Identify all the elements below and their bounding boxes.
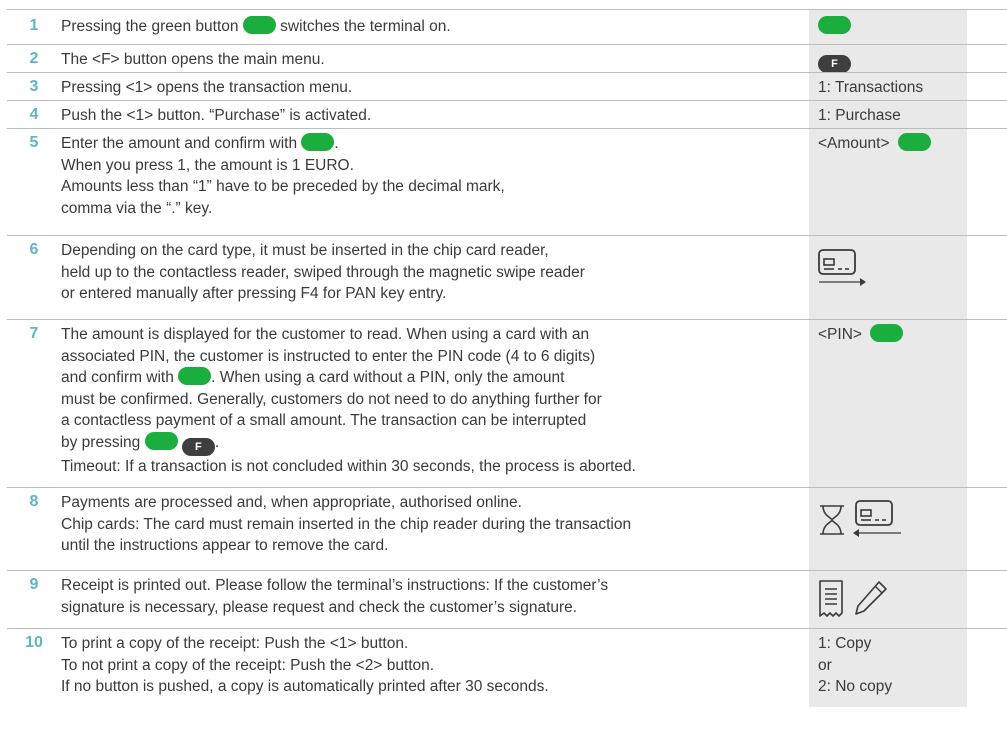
table-row: 2 The <F> button opens the main menu. F	[7, 44, 1007, 73]
step-text-line: associated PIN, the customer is instruct…	[61, 347, 596, 365]
step-text-line: and confirm with . When using a card wit…	[61, 367, 791, 389]
step-number: 2	[29, 50, 39, 67]
table-row: 10 To print a copy of the receipt: Push …	[7, 628, 1007, 707]
step-text-part: by pressing	[61, 433, 141, 451]
display-text: <Amount>	[818, 135, 890, 152]
hourglass-icon	[820, 505, 844, 535]
step-number: 5	[29, 134, 39, 151]
step-text-line: a contactless payment of a small amount.…	[61, 412, 587, 429]
step-text-line: comma via the “.” key.	[61, 199, 213, 217]
step-text-line: To not print a copy of the receipt: Push…	[61, 656, 435, 674]
step-number: 10	[25, 634, 43, 651]
table-row: 3 Pressing <1> opens the transaction men…	[7, 72, 1007, 100]
step-number: 9	[29, 576, 39, 593]
step-number: 1	[29, 17, 39, 34]
step-text: Enter the amount and confirm with . When…	[61, 129, 791, 235]
step-text-line: The amount is displayed for the customer…	[61, 326, 590, 343]
step-text-part: switches the terminal on.	[280, 18, 451, 35]
step-text-part: .	[334, 135, 339, 152]
table-row: 5 Enter the amount and confirm with . Wh…	[7, 128, 1007, 235]
display-column: 1: Copy or 2: No copy	[809, 629, 967, 707]
display-text: 1: Copy	[818, 635, 872, 652]
step-text: Receipt is printed out. Please follow th…	[61, 571, 791, 628]
step-text: Pressing the green button switches the t…	[61, 10, 791, 44]
step-text-line: When you press 1, the amount is 1 EURO.	[61, 156, 354, 174]
step-text-line: until the instructions appear to remove …	[61, 537, 389, 554]
step-text-line: by pressing F.	[61, 431, 791, 456]
display-column: 1: Purchase	[809, 101, 967, 128]
receipt-icon	[819, 580, 843, 617]
step-text: To print a copy of the receipt: Push the…	[61, 629, 791, 707]
card-remove-icon	[853, 500, 901, 537]
green-button-icon	[178, 367, 212, 385]
step-text: Payments are processed and, when appropr…	[61, 488, 791, 570]
display-text: <PIN>	[818, 326, 862, 343]
green-button-icon	[144, 431, 178, 450]
table-row: 7 The amount is displayed for the custom…	[7, 319, 1007, 487]
step-text: Depending on the card type, it must be i…	[61, 236, 791, 319]
display-column	[809, 10, 967, 44]
green-button-icon	[870, 324, 904, 342]
green-button-icon	[242, 16, 276, 34]
step-text-line: To print a copy of the receipt: Push the…	[61, 635, 409, 652]
step-text-line: Receipt is printed out. Please follow th…	[61, 577, 609, 594]
step-text-line: Payments are processed and, when appropr…	[61, 494, 522, 511]
table-row: 4 Push the <1> button. “Purchase” is act…	[7, 100, 1007, 128]
table-row: 1 Pressing the green button switches the…	[7, 9, 1007, 44]
display-column: F	[809, 45, 967, 73]
step-text-line: Timeout: If a transaction is not conclud…	[61, 457, 636, 475]
display-text: or	[818, 656, 832, 674]
step-text-part: .	[214, 433, 220, 451]
display-column	[809, 571, 967, 628]
instruction-table: 1 Pressing the green button switches the…	[7, 9, 1007, 707]
table-row: 8 Payments are processed and, when appro…	[7, 487, 1007, 570]
green-button-icon	[897, 133, 931, 151]
step-text-part: Pressing the green button	[61, 18, 239, 35]
step-text-part: Enter the amount and confirm with	[61, 135, 298, 152]
display-column: <PIN>	[809, 320, 967, 487]
display-column	[809, 488, 967, 570]
step-number: 6	[29, 241, 39, 258]
display-column: <Amount>	[809, 129, 967, 235]
table-row: 9 Receipt is printed out. Please follow …	[7, 570, 1007, 628]
table-row: 6 Depending on the card type, it must be…	[7, 235, 1007, 319]
step-text-line: signature is necessary, please request a…	[61, 598, 578, 616]
step-text-line: Enter the amount and confirm with .	[61, 133, 791, 155]
step-text: The amount is displayed for the customer…	[61, 320, 791, 487]
green-button-icon	[301, 133, 335, 151]
step-number: 3	[29, 78, 39, 95]
step-number: 7	[29, 325, 39, 342]
step-text-line: Depending on the card type, it must be i…	[61, 242, 549, 259]
step-text-line: If no button is pushed, a copy is automa…	[61, 678, 549, 695]
step-number: 8	[29, 493, 39, 510]
step-text-line: or entered manually after pressing F4 fo…	[61, 285, 447, 302]
step-text: Pressing <1> opens the transaction menu.	[61, 79, 353, 96]
display-column	[809, 236, 967, 319]
pencil-icon	[855, 581, 887, 615]
step-text-line: Amounts less than “1” have to be precede…	[61, 178, 505, 195]
step-text-part: and confirm with	[61, 369, 174, 386]
green-button-icon	[818, 16, 851, 34]
step-text: Push the <1> button. “Purchase” is activ…	[61, 107, 372, 124]
step-text-line: Chip cards: The card must remain inserte…	[61, 515, 632, 533]
display-text: 2: No copy	[818, 678, 893, 695]
step-text-line: held up to the contactless reader, swipe…	[61, 263, 585, 281]
display-column: 1: Transactions	[809, 73, 967, 100]
step-text: The <F> button opens the main menu.	[61, 51, 325, 68]
step-text-part: . When using a card without a PIN, only …	[211, 369, 565, 386]
f-button-icon: F	[818, 55, 851, 73]
f-button-icon: F	[181, 437, 215, 456]
step-number: 4	[29, 106, 39, 123]
card-insert-icon	[818, 249, 866, 286]
step-text-line: must be confirmed. Generally, customers …	[61, 390, 602, 408]
